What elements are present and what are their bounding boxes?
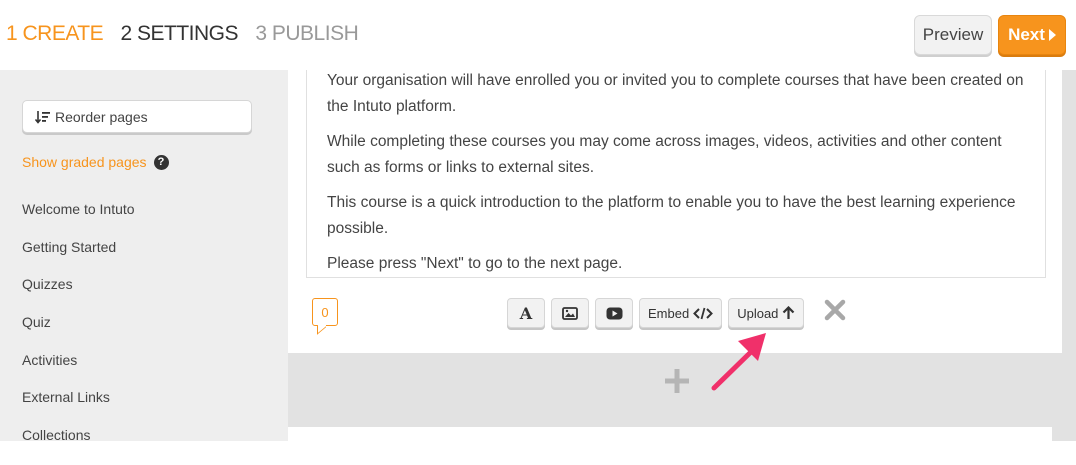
preview-button-label: Preview: [922, 25, 984, 44]
sidebar-item-quizzes[interactable]: Quizzes: [22, 276, 135, 314]
add-image-button[interactable]: [551, 298, 589, 328]
sidebar-item-getting-started[interactable]: Getting Started: [22, 239, 135, 277]
paragraph: While completing these courses you may c…: [327, 133, 1002, 176]
plus-icon[interactable]: [662, 366, 692, 396]
next-button[interactable]: Next: [998, 15, 1066, 55]
embed-label: Embed: [648, 305, 690, 321]
sidebar-item-quiz[interactable]: Quiz: [22, 314, 135, 352]
add-text-button[interactable]: A: [507, 298, 545, 328]
content-area: Your organisation will have enrolled you…: [288, 70, 1076, 447]
comment-count-badge[interactable]: 0: [312, 298, 338, 326]
next-button-label: Next: [1008, 25, 1045, 44]
embed-button[interactable]: Embed: [639, 298, 723, 328]
top-header: 1 CREATE 2 SETTINGS 3 PUBLISH Preview Ne…: [0, 0, 1076, 70]
next-content-card: [288, 427, 1052, 447]
video-icon: [606, 307, 622, 319]
add-video-button[interactable]: [595, 298, 633, 328]
sidebar-item-external-links[interactable]: External Links: [22, 389, 135, 427]
text-content-block[interactable]: Your organisation will have enrolled you…: [306, 70, 1046, 278]
upload-label: Upload: [737, 305, 779, 321]
show-graded-pages-label: Show graded pages: [22, 154, 147, 170]
sort-icon: [35, 110, 50, 124]
editor-card: Your organisation will have enrolled you…: [288, 70, 1062, 353]
image-icon: [562, 306, 578, 320]
preview-button[interactable]: Preview: [914, 15, 992, 55]
text-icon: A: [519, 303, 533, 323]
sidebar: Reorder pages Show graded pages ? Welcom…: [0, 70, 288, 443]
sidebar-item-activities[interactable]: Activities: [22, 352, 135, 390]
paragraph: This course is a quick introduction to t…: [327, 194, 1016, 237]
sidebar-item-welcome-to-intuto[interactable]: Welcome to Intuto: [22, 201, 135, 239]
step-navigation: 1 CREATE 2 SETTINGS 3 PUBLISH: [6, 22, 370, 46]
step-publish[interactable]: 3 PUBLISH: [255, 22, 358, 46]
upload-button[interactable]: Upload: [728, 298, 805, 328]
reorder-pages-button[interactable]: Reorder pages: [22, 100, 252, 133]
close-icon[interactable]: [821, 296, 849, 324]
annotation-arrow: [711, 333, 766, 391]
step-create[interactable]: 1 CREATE: [6, 22, 104, 46]
play-triangle-icon: [1048, 29, 1056, 41]
show-graded-pages-link[interactable]: Show graded pages ?: [22, 154, 169, 170]
code-icon: [693, 307, 714, 319]
reorder-pages-label: Reorder pages: [55, 108, 148, 125]
question-circle-icon[interactable]: ?: [153, 154, 169, 170]
comment-count: 0: [321, 304, 329, 320]
sidebar-item-collections[interactable]: Collections: [22, 427, 135, 465]
page-list: Welcome to Intuto Getting Started Quizze…: [22, 201, 135, 465]
step-settings[interactable]: 2 SETTINGS: [120, 22, 238, 46]
paragraph: Your organisation will have enrolled you…: [327, 72, 1024, 115]
paragraph: Please press "Next" to go to the next pa…: [327, 255, 623, 272]
arrow-up-icon: [783, 306, 795, 319]
